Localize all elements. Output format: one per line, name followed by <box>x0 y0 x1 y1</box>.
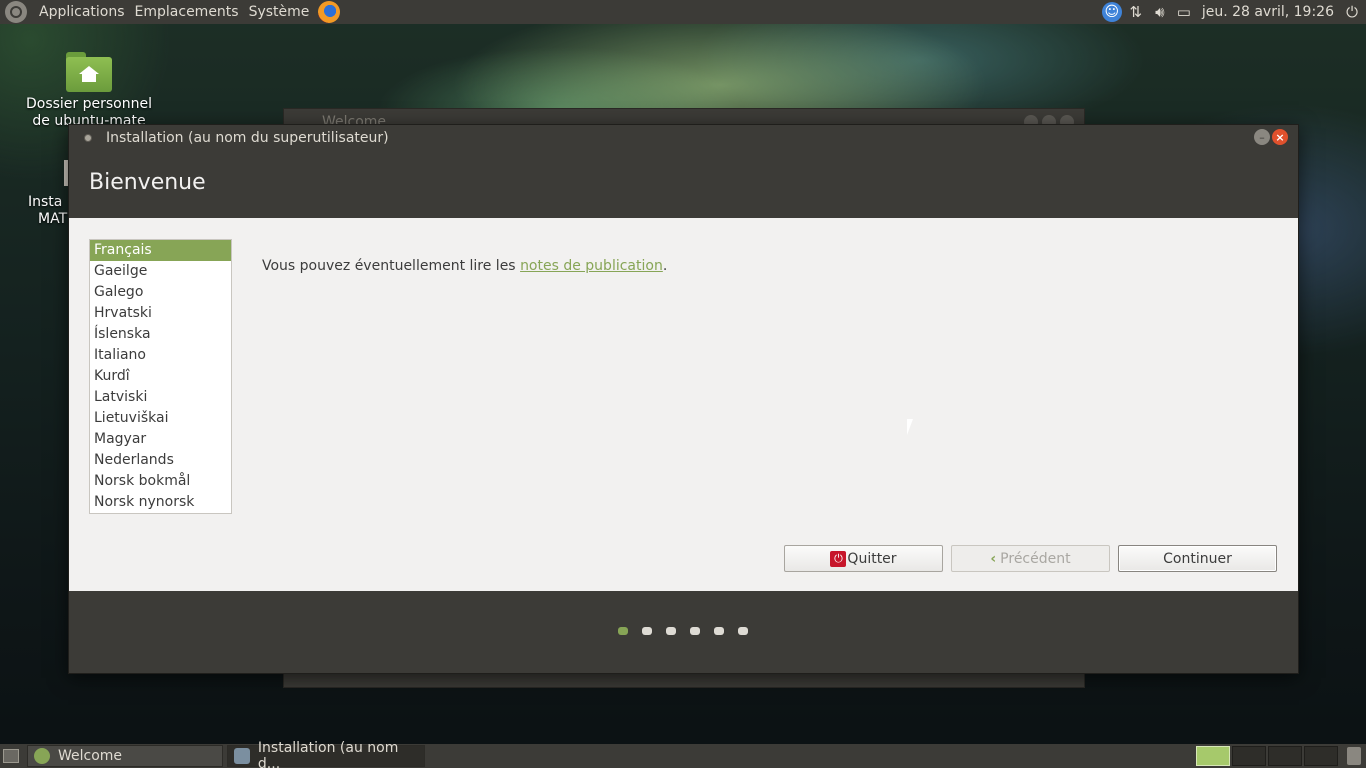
workspace-3[interactable] <box>1268 746 1302 766</box>
show-desktop-icon[interactable] <box>3 749 19 763</box>
workspace-1[interactable] <box>1196 746 1230 766</box>
workspace-switcher <box>1196 746 1338 766</box>
language-item[interactable]: Lietuviškai <box>90 408 231 429</box>
step-dot <box>738 627 748 635</box>
menu-system[interactable]: Système <box>244 4 315 20</box>
welcome-app-icon <box>34 748 50 764</box>
welcome-window-title: Welcome <box>322 114 387 125</box>
system-tray: ☺ ⇅ 🔊︎ ▭ jeu. 28 avril, 19:26 ⏻ <box>1101 0 1366 24</box>
language-item[interactable]: Hrvatski <box>90 303 231 324</box>
step-dot <box>666 627 676 635</box>
language-item[interactable]: Nederlands <box>90 450 231 471</box>
home-folder-icon <box>66 52 112 92</box>
step-dot <box>714 627 724 635</box>
info-text-suffix: . <box>662 258 668 274</box>
clock[interactable]: jeu. 28 avril, 19:26 <box>1202 4 1334 20</box>
mate-logo-icon[interactable] <box>5 1 27 23</box>
previous-button-label: Précédent <box>1000 550 1071 567</box>
language-item[interactable]: Norsk bokmål <box>90 471 231 492</box>
step-dot <box>690 627 700 635</box>
bottom-panel: Welcome Installation (au nom d... <box>0 740 1366 768</box>
mouse-cursor <box>907 419 919 435</box>
quit-button[interactable]: ⏻ Quitter <box>784 545 943 572</box>
release-notes-link[interactable]: notes de publication <box>520 258 663 274</box>
progress-footer <box>69 591 1298 673</box>
menu-places[interactable]: Emplacements <box>130 4 244 20</box>
language-list[interactable]: Français Gaeilge Galego Hrvatski Íslenska Ita… <box>89 239 232 514</box>
language-item[interactable]: Galego <box>90 282 231 303</box>
window-menu-icon[interactable] <box>84 133 92 142</box>
language-item[interactable]: Íslenska <box>90 324 231 345</box>
installer-app-icon <box>234 748 250 764</box>
previous-button[interactable]: ‹ Précédent <box>951 545 1110 572</box>
desktop-home-folder[interactable]: Dossier personnel de ubuntu-mate <box>22 52 156 130</box>
language-item[interactable]: Norsk nynorsk <box>90 492 231 513</box>
accessibility-icon[interactable]: ☺ <box>1101 2 1122 22</box>
step-indicator <box>618 627 748 635</box>
top-panel: Applications Emplacements Système ☺ ⇅ 🔊︎… <box>0 0 1366 24</box>
firefox-icon[interactable] <box>318 1 341 23</box>
continue-button[interactable]: Continuer <box>1118 545 1277 572</box>
language-item[interactable]: Kurdî <box>90 366 231 387</box>
power-icon: ⏻ <box>830 550 847 567</box>
language-item[interactable]: Italiano <box>90 345 231 366</box>
page-title: Bienvenue <box>69 150 1298 218</box>
workspace-4[interactable] <box>1304 746 1338 766</box>
language-item[interactable]: Magyar <box>90 429 231 450</box>
desktop-icon-label: Dossier personnel <box>25 96 152 112</box>
close-button[interactable]: × <box>1272 129 1288 145</box>
volume-icon[interactable]: 🔊︎ <box>1150 2 1170 22</box>
language-item[interactable]: Latviski <box>90 387 231 408</box>
menu-applications[interactable]: Applications <box>34 4 130 20</box>
step-dot <box>642 627 652 635</box>
taskbar-item-installer[interactable]: Installation (au nom d... <box>227 740 425 768</box>
info-text-prefix: Vous pouvez éventuellement lire les <box>262 258 521 274</box>
taskbar-item-label: Installation (au nom d... <box>257 740 399 768</box>
power-icon[interactable]: ⏻ <box>1342 2 1362 22</box>
language-item[interactable]: Français <box>90 240 231 261</box>
continue-button-label: Continuer <box>1163 550 1232 567</box>
workspace-2[interactable] <box>1232 746 1266 766</box>
trash-icon[interactable] <box>1347 747 1361 765</box>
step-dot <box>618 627 628 635</box>
battery-icon[interactable]: ▭ <box>1174 2 1194 22</box>
quit-button-label: Quitter <box>847 550 897 567</box>
installer-window: Installation (au nom du superutilisateur… <box>68 124 1299 674</box>
taskbar-item-label: Welcome <box>58 748 123 764</box>
chevron-left-icon: ‹ <box>990 550 997 567</box>
window-titlebar[interactable]: Installation (au nom du superutilisateur… <box>69 125 1298 150</box>
network-icon[interactable]: ⇅ <box>1126 2 1146 22</box>
language-item[interactable]: Gaeilge <box>90 261 231 282</box>
taskbar-item-welcome[interactable]: Welcome <box>27 745 223 767</box>
minimize-button[interactable]: – <box>1254 129 1270 145</box>
window-title: Installation (au nom du superutilisateur… <box>106 129 389 146</box>
release-notes-text: Vous pouvez éventuellement lire les note… <box>262 258 667 274</box>
